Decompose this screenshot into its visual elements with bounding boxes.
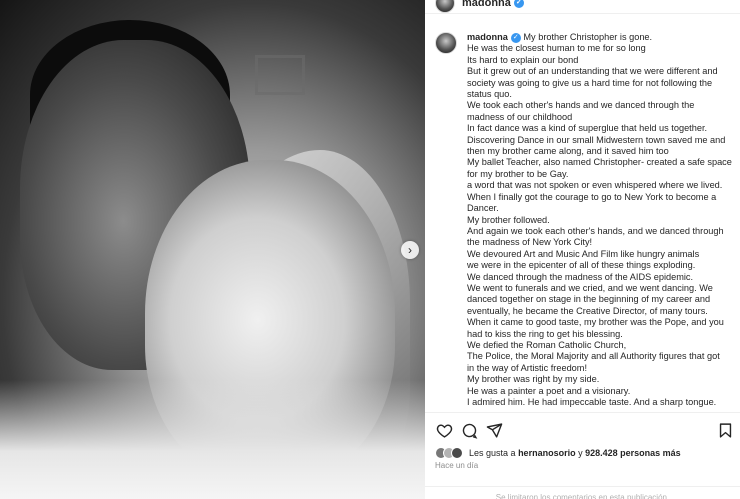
post-timestamp[interactable]: Hace un día [435, 461, 478, 470]
caption-line: status quo. [467, 89, 512, 100]
caption-text: madonna ✓ My brother Christopher is gone.… [467, 32, 735, 408]
caption-line: My brother Christopher is gone. [523, 32, 653, 42]
caption-line: we were in the epicenter of all of these… [467, 260, 696, 271]
caption-line: had to kiss the ring to get his blessing… [467, 328, 623, 339]
likes-user[interactable]: hernanosorio [518, 448, 576, 458]
avatar [451, 447, 463, 459]
caption-line: But it grew out of an understanding that… [467, 66, 718, 77]
post-actions [425, 412, 740, 446]
avatar[interactable] [435, 0, 455, 13]
save-button[interactable] [716, 421, 734, 439]
post-header: madonna ✓ [425, 0, 740, 14]
photo-shirt [0, 380, 425, 499]
caption-line: Dancer. [467, 203, 499, 214]
likes-count[interactable]: 928.428 personas más [585, 448, 681, 458]
caption-line: We devoured Art and Music And Film like … [467, 248, 700, 259]
caption-line: And again we took each other's hands, an… [467, 225, 724, 236]
like-button[interactable] [435, 421, 453, 439]
caption-line: in the way of Artistic freedom! [467, 362, 587, 373]
caption-line: He was a painter a poet and a visionary. [467, 385, 631, 396]
comment-button[interactable] [460, 421, 478, 439]
comment-icon [462, 423, 477, 439]
caption-line: society was going to give us a hard time… [467, 77, 713, 88]
caption-line: When it came to good taste, my brother w… [467, 317, 724, 328]
likes-summary: Les gusta a hernanosorio y 928.428 perso… [435, 446, 735, 460]
caption-line: We danced through the madness of the AID… [467, 271, 694, 282]
photo-background-window [255, 55, 305, 95]
caption-line: then my brother came along, and it saved… [467, 146, 669, 157]
header-username[interactable]: madonna ✓ [462, 0, 524, 9]
post-caption: madonna ✓ My brother Christopher is gone.… [435, 32, 735, 412]
caption-line: We defied the Roman Catholic Church, [467, 339, 627, 350]
caption-line: In fact dance was a kind of superglue th… [467, 123, 708, 134]
caption-line: for my brother to be Gay. [467, 168, 569, 179]
caption-line: My brother followed. [467, 214, 550, 225]
caption-line: madness of our childhood [467, 111, 573, 122]
caption-line: He was the closest human to me for so lo… [467, 43, 646, 54]
caption-line: My ballet Teacher, also named Christophe… [467, 157, 732, 168]
caption-line: Its hard to explain our bond [467, 54, 579, 65]
caption-line: I admired him. He had impeccable taste. … [467, 397, 717, 407]
caption-avatar[interactable] [435, 32, 457, 54]
verified-badge-icon: ✓ [510, 32, 521, 43]
bookmark-icon [719, 422, 731, 438]
caption-line: the madness of New York City! [467, 237, 593, 248]
carousel-next-button[interactable]: › [401, 241, 419, 259]
caption-line: We went to funerals and we cried, and we… [467, 282, 713, 293]
share-button[interactable] [485, 421, 503, 439]
verified-badge-icon: ✓ [513, 0, 524, 8]
caption-line: eventually, he became the Creative Direc… [467, 305, 708, 316]
post-side-panel: madonna ✓ madonna ✓ My brother Christopher… [425, 0, 740, 499]
caption-line: a word that was not spoken or even whisp… [467, 180, 723, 191]
post-photo [0, 0, 425, 499]
share-icon [486, 422, 502, 438]
comments-limited-notice: Se limitaron los comentarios en esta pub… [425, 486, 740, 499]
caption-username[interactable]: madonna [467, 32, 508, 42]
likes-prefix: Les gusta a [469, 448, 516, 458]
caption-line: We took each other's hands and we danced… [467, 100, 695, 111]
caption-line: My brother was right by my side. [467, 374, 600, 385]
caption-line: danced together on stage in the beginnin… [467, 294, 711, 305]
heart-icon [436, 423, 452, 438]
likes-text[interactable]: Les gusta a hernanosorio y 928.428 perso… [469, 448, 681, 458]
caption-line: When I finally got the courage to go to … [467, 191, 717, 202]
caption-line: The Police, the Moral Majority and all A… [467, 351, 720, 362]
chevron-right-icon: › [408, 243, 412, 257]
caption-line: Discovering Dance in our small Midwester… [467, 134, 726, 145]
likes-connector: y [578, 448, 583, 458]
